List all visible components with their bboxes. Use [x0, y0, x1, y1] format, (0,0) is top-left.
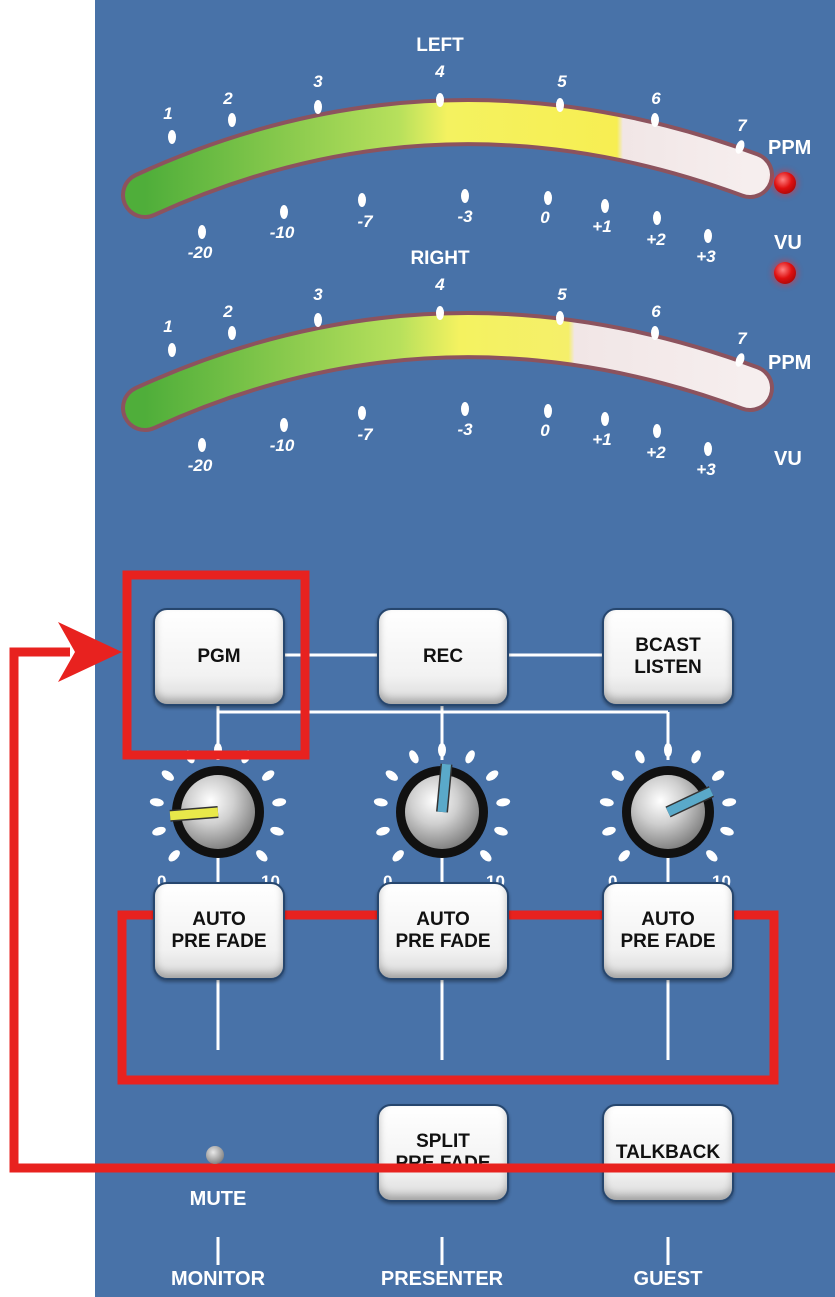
left-ppm-tick: 4 [435, 62, 445, 81]
guest-auto-pre-fade-button[interactable]: AUTO PRE FADE [602, 882, 734, 980]
left-ppm-label: PPM [768, 137, 812, 159]
left-vu-tick: 0 [540, 208, 550, 227]
left-vu-label: VU [774, 232, 802, 254]
right-vu-tick: +3 [696, 460, 716, 479]
knob-scale-dot [635, 750, 645, 764]
left-vu-tick: -7 [357, 212, 373, 231]
channel-label-guest: GUEST [633, 1268, 703, 1290]
left-ppm-tick: 3 [313, 72, 323, 91]
knob-scale-dot [256, 850, 268, 862]
left-ppm-tick: 5 [557, 72, 567, 91]
right-vu-label: VU [774, 448, 802, 470]
knob-scale-dot [599, 798, 614, 807]
right-ppm-tick: 3 [313, 285, 323, 304]
knob-scale-dot [438, 743, 446, 757]
mute-led [206, 1146, 224, 1164]
knob-scale-dot [465, 750, 475, 764]
right-vu-tick: -10 [269, 436, 295, 455]
right-vu-tick: +2 [646, 443, 666, 462]
bcast-listen-button[interactable]: BCAST LISTEN [602, 608, 734, 706]
left-vu-tick: +2 [646, 230, 666, 249]
presenter-level-knob[interactable] [373, 743, 511, 864]
knob-scale-dot [712, 770, 725, 781]
console-stage: LEFT RIGHT 1 2 3 4 5 6 7 -20 -10 -7 -3 0… [0, 0, 835, 1297]
monitor-level-knob[interactable] [149, 743, 287, 864]
right-meter-title: RIGHT [410, 248, 470, 269]
split-pre-fade-button[interactable]: SPLIT PRE FADE [377, 1104, 509, 1202]
knob-scale-dot [149, 798, 164, 807]
knob-scale-dot [618, 850, 630, 862]
knob-scale-dot [272, 798, 287, 807]
guest-level-knob[interactable] [599, 743, 737, 864]
right-vu-tick: -7 [357, 425, 373, 444]
mute-label: MUTE [189, 1188, 247, 1210]
right-vu-tick: -3 [457, 420, 473, 439]
monitor-auto-pre-fade-button[interactable]: AUTO PRE FADE [153, 882, 285, 980]
knob-group [149, 743, 737, 864]
right-ppm-tick: 7 [737, 329, 747, 348]
channel-label-monitor: MONITOR [170, 1268, 266, 1290]
right-ppm-tick: 5 [557, 285, 567, 304]
left-ppm-tick: 2 [223, 89, 233, 108]
knob-scale-dot [168, 850, 180, 862]
knob-scale-dot [722, 798, 737, 807]
knob-scale-dot [664, 743, 672, 757]
right-vu-tick: +1 [592, 430, 612, 449]
left-meter-bar [121, 98, 774, 219]
knob-scale-dot [706, 850, 718, 862]
knob-scale-dot [161, 770, 174, 781]
knob-scale-dot [409, 750, 419, 764]
knob-scale-dot [480, 850, 492, 862]
knob-scale-dot [262, 770, 275, 781]
left-ppm-led [774, 172, 796, 194]
knob-scale-dot [270, 826, 284, 836]
talkback-button[interactable]: TALKBACK [602, 1104, 734, 1202]
right-ppm-tick: 2 [223, 302, 233, 321]
right-vu-tick: -20 [187, 456, 213, 475]
left-vu-led [774, 262, 796, 284]
left-vu-tick: -20 [187, 243, 213, 262]
right-ppm-tick: 4 [435, 275, 445, 294]
left-ppm-tick: 7 [737, 116, 747, 135]
knob-scale-dot [376, 826, 390, 836]
right-vu-tick: 0 [540, 421, 550, 440]
knob-scale-dot [373, 798, 388, 807]
rec-button[interactable]: REC [377, 608, 509, 706]
left-vu-tick: -3 [457, 207, 473, 226]
knob-scale-dot [486, 770, 499, 781]
knob-pointer [437, 763, 451, 813]
presenter-auto-pre-fade-button[interactable]: AUTO PRE FADE [377, 882, 509, 980]
knob-pointer [169, 807, 219, 821]
knob-scale-dot [691, 750, 701, 764]
knob-scale-dot [385, 770, 398, 781]
knob-scale-dot [720, 826, 734, 836]
knob-scale-dot [496, 798, 511, 807]
left-vu-tick: -10 [269, 223, 295, 242]
right-ppm-label: PPM [768, 352, 812, 374]
left-meter-title: LEFT [416, 35, 464, 56]
left-vu-tick: +1 [592, 217, 612, 236]
knob-scale-dot [152, 826, 166, 836]
left-ppm-tick: 6 [651, 89, 661, 108]
right-meter-bar [121, 311, 774, 432]
knob-scale-dot [494, 826, 508, 836]
left-vu-tick: +3 [696, 247, 716, 266]
right-ppm-tick: 6 [651, 302, 661, 321]
knob-scale-dot [602, 826, 616, 836]
channel-label-presenter: PRESENTER [380, 1268, 504, 1290]
knob-scale-dot [392, 850, 404, 862]
left-ppm-tick: 1 [163, 104, 173, 123]
right-ppm-tick: 1 [163, 317, 173, 336]
pgm-button[interactable]: PGM [153, 608, 285, 706]
knob-scale-dot [611, 770, 624, 781]
